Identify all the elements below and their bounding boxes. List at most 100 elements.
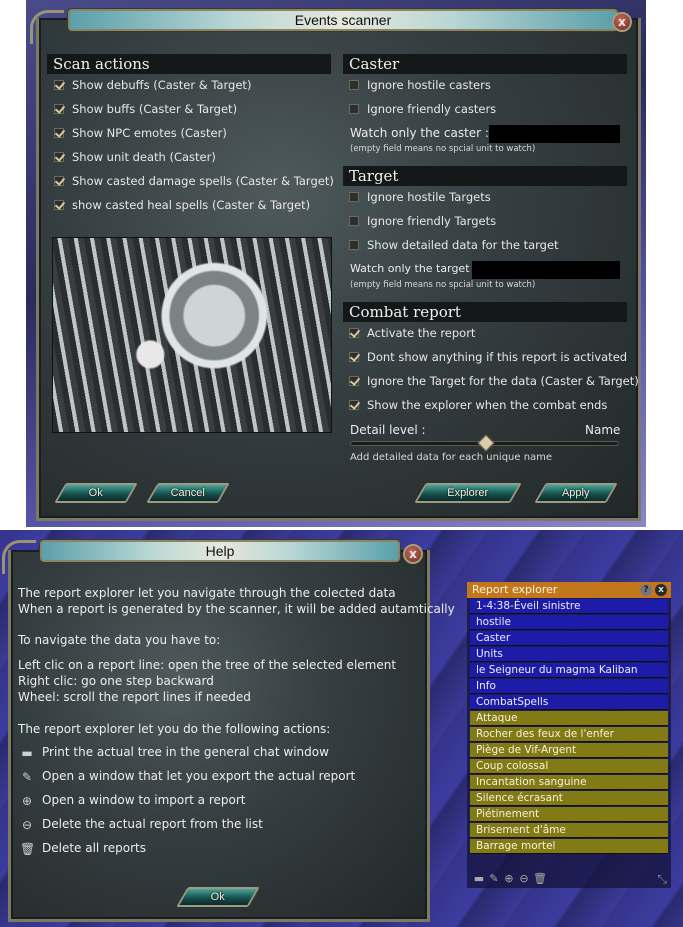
checkbox-unchecked[interactable] <box>349 104 359 114</box>
help-titlebar[interactable]: Help <box>40 540 400 562</box>
close-icon[interactable]: x <box>403 544 423 564</box>
detail-level-slider[interactable] <box>350 434 619 452</box>
checkbox-unchecked[interactable] <box>349 192 359 202</box>
cancel-button[interactable]: Cancel <box>146 483 230 503</box>
scan-action-option[interactable]: Show casted damage spells (Caster & Targ… <box>54 174 334 188</box>
import-icon[interactable]: ⊕ <box>503 872 515 885</box>
close-icon[interactable]: x <box>612 12 632 32</box>
checkbox-label: Activate the report <box>367 326 476 340</box>
close-icon[interactable]: x <box>655 584 667 596</box>
combat-report-option[interactable]: Ignore the Target for the data (Caster &… <box>349 374 639 388</box>
target-option[interactable]: Ignore friendly Targets <box>349 214 496 228</box>
scan-action-option[interactable]: Show NPC emotes (Caster) <box>54 126 227 140</box>
ok-button[interactable]: Ok <box>54 483 138 503</box>
report-spell-row[interactable]: Barrage mortel <box>470 839 668 854</box>
section-heading-target: Target <box>343 166 627 186</box>
trash-icon: 🗑 <box>20 842 36 856</box>
target-option[interactable]: Show detailed data for the target <box>349 238 559 252</box>
combat-report-option[interactable]: Show the explorer when the combat ends <box>349 398 607 412</box>
report-path-row[interactable]: 1-4:38-Éveil sinistre <box>470 599 668 614</box>
report-spell-row[interactable]: Attaque <box>470 711 668 726</box>
checkbox-checked[interactable] <box>54 176 64 186</box>
report-path-row[interactable]: Caster <box>470 631 668 646</box>
checkbox-label: Ignore friendly casters <box>367 102 497 116</box>
help-nav-line: Wheel: scroll the report lines if needed <box>18 690 251 704</box>
help-ok-button[interactable]: Ok <box>176 887 260 907</box>
checkbox-checked[interactable] <box>54 200 64 210</box>
report-path-row[interactable]: Units <box>470 647 668 662</box>
watch-caster-label: Watch only the caster : <box>350 126 489 140</box>
export-icon[interactable]: ✎ <box>488 872 500 885</box>
checkbox-label: Ignore friendly Targets <box>367 214 497 228</box>
trash-icon[interactable]: 🗑 <box>533 872 547 885</box>
report-path-row[interactable]: le Seigneur du magma Kaliban <box>470 663 668 678</box>
caster-option[interactable]: Ignore hostile casters <box>349 78 491 92</box>
checkbox-checked[interactable] <box>54 80 64 90</box>
checkbox-checked[interactable] <box>349 352 359 362</box>
help-title: Help <box>205 543 235 559</box>
report-path-row[interactable]: hostile <box>470 615 668 630</box>
report-spell-row[interactable]: Coup colossal <box>470 759 668 774</box>
checkbox-checked[interactable] <box>349 400 359 410</box>
help-action-text: Print the actual tree in the general cha… <box>42 745 329 759</box>
scan-action-option[interactable]: show casted heal spells (Caster & Target… <box>54 198 310 212</box>
checkbox-checked[interactable] <box>54 152 64 162</box>
scan-action-option[interactable]: Show unit death (Caster) <box>54 150 216 164</box>
watch-target-input[interactable] <box>472 261 620 279</box>
explorer-button[interactable]: Explorer <box>414 483 522 503</box>
report-spell-row[interactable]: Brisement d'âme <box>470 823 668 838</box>
checkbox-label: Ignore hostile casters <box>367 78 491 92</box>
checkbox-label: Show detailed data for the target <box>367 238 559 252</box>
report-path-row[interactable]: Info <box>470 679 668 694</box>
detail-level-value: Name <box>585 423 621 437</box>
apply-button-label: Apply <box>561 487 590 499</box>
help-ok-label: Ok <box>210 891 225 903</box>
report-spell-row[interactable]: Piège de Vif-Argent <box>470 743 668 758</box>
checkbox-label: Ignore hostile Targets <box>367 190 491 204</box>
checkbox-checked[interactable] <box>349 328 359 338</box>
checkbox-unchecked[interactable] <box>349 240 359 250</box>
combat-report-option[interactable]: Activate the report <box>349 326 475 340</box>
checkbox-label: Show debuffs (Caster & Target) <box>72 78 252 92</box>
combat-report-option[interactable]: Dont show anything if this report is act… <box>349 350 627 364</box>
checkbox-label: Show the explorer when the combat ends <box>367 398 608 412</box>
help-icon[interactable]: ? <box>640 584 652 596</box>
report-explorer-panel: Report explorer ? x 1-4:38-Éveil sinistr… <box>467 582 671 888</box>
checkbox-unchecked[interactable] <box>349 216 359 226</box>
print-icon[interactable]: ▬ <box>473 872 485 885</box>
report-spell-row[interactable]: Silence écrasant <box>470 791 668 806</box>
report-spell-row[interactable]: Piétinement <box>470 807 668 822</box>
scan-action-option[interactable]: Show buffs (Caster & Target) <box>54 102 237 116</box>
target-option[interactable]: Ignore hostile Targets <box>349 190 491 204</box>
watch-target-label: Watch only the target : <box>350 262 477 275</box>
ok-button-label: Ok <box>88 487 103 499</box>
checkbox-unchecked[interactable] <box>349 80 359 90</box>
checkbox-checked[interactable] <box>54 104 64 114</box>
report-spell-row[interactable]: Incantation sanguine <box>470 775 668 790</box>
delete-report-icon[interactable]: ⊖ <box>518 872 530 885</box>
checkbox-label: Ignore the Target for the data (Caster &… <box>367 374 639 388</box>
checkbox-checked[interactable] <box>54 128 64 138</box>
scan-action-option[interactable]: Show debuffs (Caster & Target) <box>54 78 251 92</box>
help-nav-heading: To navigate the data you have to: <box>18 633 221 647</box>
checkbox-label: Show unit death (Caster) <box>72 150 216 164</box>
stage: Events scanner x Scan actions Caster Wat… <box>0 0 683 927</box>
events-scanner-titlebar[interactable]: Events scanner <box>68 9 618 31</box>
report-explorer-title: Report explorer <box>472 583 558 596</box>
help-action-text: Delete the actual report from the list <box>42 817 263 831</box>
report-spell-row[interactable]: Rocher des feux de l'enfer <box>470 727 668 742</box>
resize-icon[interactable]: ⤡ <box>657 872 667 887</box>
help-action-text: Open a window that let you export the ac… <box>42 769 356 783</box>
checkbox-checked[interactable] <box>349 376 359 386</box>
watch-caster-input[interactable] <box>489 125 620 143</box>
caster-option[interactable]: Ignore friendly casters <box>349 102 496 116</box>
help-nav-line: Left clic on a report line: open the tre… <box>18 658 397 672</box>
watch-caster-hint: (empty field means no spcial unit to wat… <box>350 144 536 154</box>
help-nav-line: Right clic: go one step backward <box>18 674 214 688</box>
report-explorer-toolbar: ▬ ✎ ⊕ ⊖ 🗑 <box>473 872 547 885</box>
report-explorer-header[interactable]: Report explorer ? x <box>467 582 671 598</box>
cancel-button-label: Cancel <box>170 487 205 499</box>
apply-button[interactable]: Apply <box>534 483 618 503</box>
report-path-row[interactable]: CombatSpells <box>470 695 668 710</box>
checkbox-label: Dont show anything if this report is act… <box>367 350 628 364</box>
